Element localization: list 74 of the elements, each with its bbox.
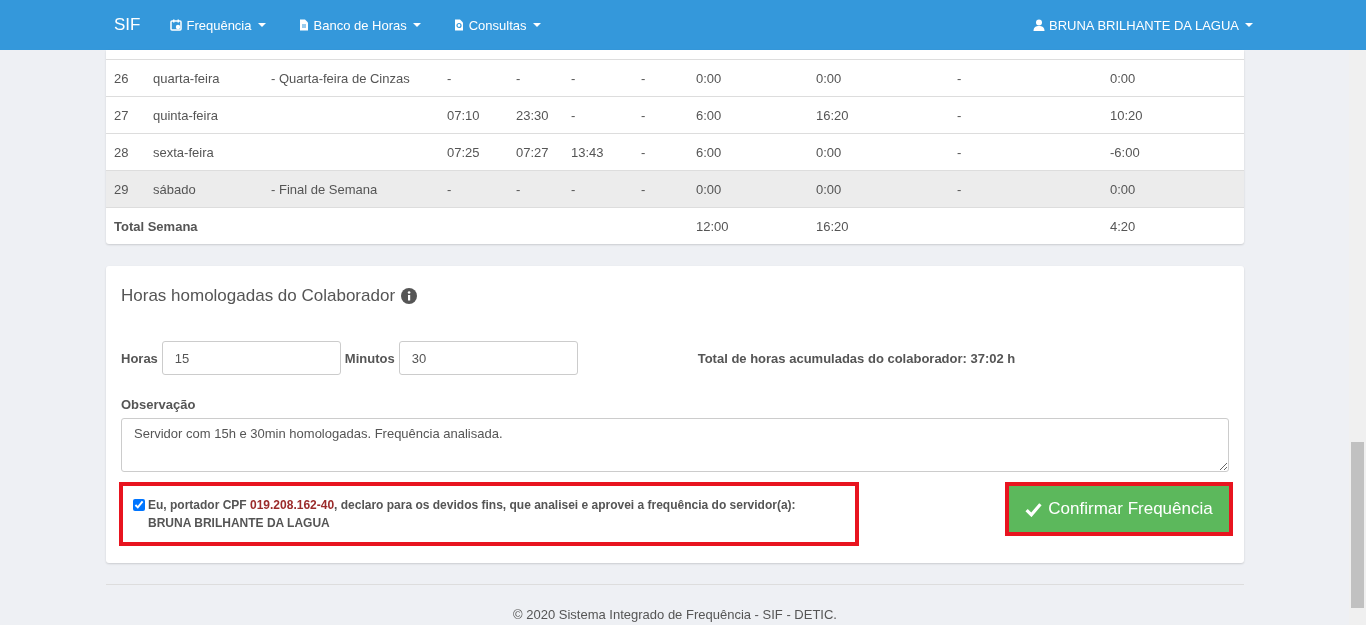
table-cell: - xyxy=(641,181,646,197)
checkmark-icon xyxy=(1025,501,1043,517)
table-cell: - Final de Semana xyxy=(271,181,378,197)
table-cell: 0:00 xyxy=(1110,181,1136,197)
nav-menu[interactable]: Frequência xyxy=(170,17,266,33)
table-cell: 07:25 xyxy=(447,144,480,160)
table-cell: - Quarta-feira de Cinzas xyxy=(271,70,410,86)
table-cell: - xyxy=(447,70,452,86)
declaration-text: Eu, portador CPF 019.208.162-40, declaro para os devidos fins, que analisei e aprovei a frequência do servidor(a): BRUNA BRILHANTE DA LAGUA xyxy=(148,497,796,532)
table-cell: - xyxy=(957,107,962,123)
table-cell: 0:00 xyxy=(816,181,842,197)
table-cell: 0:00 xyxy=(696,70,722,86)
table-cell: 0:00 xyxy=(696,181,722,197)
table-cell: - xyxy=(957,70,962,86)
table-cell: - xyxy=(957,181,962,197)
caret-icon xyxy=(1245,23,1253,27)
caret-icon xyxy=(257,23,266,27)
table-cell: -6:00 xyxy=(1110,144,1140,160)
table-cell: - xyxy=(516,181,521,197)
table-cell: 6:00 xyxy=(696,144,722,160)
table-cell: - xyxy=(516,70,521,86)
table-cell: - xyxy=(641,70,646,86)
table-cell: - xyxy=(571,107,576,123)
user-icon xyxy=(1033,19,1045,31)
table-cell: - xyxy=(447,181,452,197)
info-icon xyxy=(401,288,418,304)
table-cell: - xyxy=(641,144,646,160)
total-label: Total Semana xyxy=(114,218,198,234)
document-icon xyxy=(297,19,310,31)
table-cell: 23:30 xyxy=(516,107,549,123)
document-search-icon xyxy=(452,19,465,31)
hours-input[interactable]: 15 xyxy=(161,341,341,375)
table-cell: quinta-feira xyxy=(153,107,219,123)
footer-text: © 2020 Sistema Integrado de Frequência - SIF - DETIC. xyxy=(513,607,837,622)
brand-link[interactable]: SIF xyxy=(114,15,141,35)
table-cell: - xyxy=(641,107,646,123)
table-cell: 0:00 xyxy=(816,144,842,160)
table-cell: - xyxy=(571,181,576,197)
caret-icon xyxy=(412,23,421,27)
table-cell: 26 xyxy=(114,70,129,86)
hours-label: Horas xyxy=(121,350,158,366)
observation-field[interactable]: Servidor com 15h e 30min homologadas. Frequência analisada. xyxy=(121,418,1229,472)
table-cell: 07:10 xyxy=(447,107,480,123)
minutes-label: Minutos xyxy=(344,350,395,366)
table-cell: sexta-feira xyxy=(153,144,214,160)
accumulated-hours: Total de horas acumuladas do colaborador: 37:02 h xyxy=(697,350,1016,366)
table-cell: - xyxy=(957,144,962,160)
caret-icon xyxy=(532,23,541,27)
table-cell: sábado xyxy=(153,181,196,197)
table-cell: 16:20 xyxy=(816,218,849,234)
calendar-icon xyxy=(170,19,183,31)
table-cell: quarta-feira xyxy=(153,70,220,86)
table-cell: 29 xyxy=(114,181,129,197)
table-cell: 4:20 xyxy=(1110,218,1136,234)
minutes-input[interactable]: 30 xyxy=(398,341,578,375)
user-menu[interactable]: BRUNA BRILHANTE DA LAGUA xyxy=(1033,17,1253,33)
confirm-button[interactable]: Confirmar Frequência xyxy=(1009,486,1229,532)
table-cell: 07:27 xyxy=(516,144,549,160)
nav-menu[interactable]: Consultas xyxy=(452,17,541,33)
table-cell: 16:20 xyxy=(816,107,849,123)
scrollbar[interactable] xyxy=(1349,50,1366,625)
table-cell: 6:00 xyxy=(696,107,722,123)
table-cell: 13:43 xyxy=(571,144,604,160)
table-cell: 10:20 xyxy=(1110,107,1143,123)
table-cell: 0:00 xyxy=(816,70,842,86)
nav-menu[interactable]: Banco de Horas xyxy=(297,17,421,33)
observation-label: Observação xyxy=(121,397,197,412)
panel-title: Horas homologadas do Colaborador xyxy=(121,286,396,306)
table-cell: 27 xyxy=(114,107,129,123)
table-cell: 28 xyxy=(114,144,129,160)
table-cell: - xyxy=(571,70,576,86)
table-cell: 12:00 xyxy=(696,218,729,234)
declaration-checkbox[interactable] xyxy=(133,499,145,511)
table-cell: 0:00 xyxy=(1110,70,1136,86)
